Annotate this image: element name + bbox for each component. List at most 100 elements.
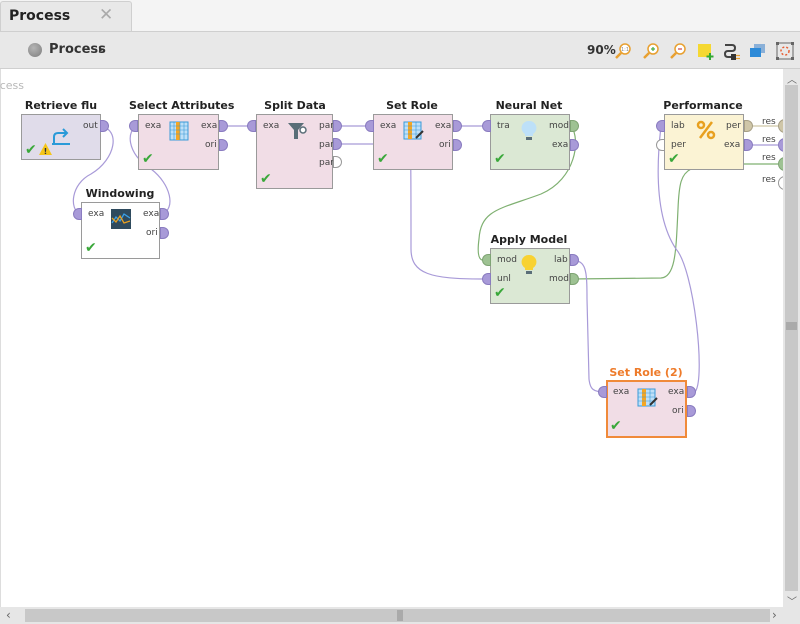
- port-label: exa: [613, 387, 630, 397]
- port-label: ori: [672, 406, 684, 416]
- status-ok-icon: ✔: [260, 171, 272, 187]
- input-port-exa[interactable]: [598, 386, 607, 398]
- input-port-exa[interactable]: [247, 120, 256, 132]
- input-port-mod[interactable]: [482, 254, 491, 266]
- result-port-label: res: [762, 153, 776, 163]
- port-label: ori: [439, 140, 451, 150]
- port-label: exa: [145, 121, 162, 131]
- operator-performance[interactable]: lab per per exa ✔: [664, 114, 744, 170]
- operator-set-role[interactable]: exa exa ori ✔: [373, 114, 453, 170]
- horizontal-scroll-track[interactable]: [25, 609, 500, 622]
- auto-fit-icon[interactable]: [775, 41, 795, 61]
- table-icon: [169, 121, 189, 141]
- layers-icon[interactable]: [747, 41, 767, 61]
- auto-wire-icon[interactable]: [721, 41, 741, 61]
- tab-label: Process: [9, 8, 71, 24]
- operator-windowing[interactable]: exa exa ori ✔: [81, 202, 160, 259]
- status-ok-icon: ✔: [668, 151, 680, 167]
- port-label: exa: [552, 140, 569, 150]
- wire-apply-performance-res: [571, 168, 692, 280]
- port-label: exa: [201, 121, 218, 131]
- operator-retrieve-flu[interactable]: out ✔ !: [21, 114, 101, 160]
- vertical-scroll-thumb[interactable]: [786, 322, 797, 330]
- port-label: out: [83, 121, 98, 131]
- add-note-icon[interactable]: [695, 41, 715, 61]
- breadcrumb-arrow-icon[interactable]: ▸: [99, 45, 104, 55]
- operator-apply-model[interactable]: mod unl lab mod ✔: [490, 248, 570, 304]
- operator-select-attributes[interactable]: exa exa ori ✔: [138, 114, 219, 170]
- lightbulb-icon: [521, 120, 537, 140]
- process-canvas[interactable]: ocess Retrieve flu out ✔ ! Select Attrib…: [0, 69, 788, 607]
- status-ok-icon: ✔: [25, 142, 37, 158]
- operator-split-data[interactable]: exa par par par ✔: [256, 114, 334, 189]
- tab-bar: Process ✕: [0, 0, 800, 31]
- process-icon: [28, 43, 42, 57]
- percent-icon: [696, 120, 716, 140]
- port-label: ori: [146, 228, 158, 238]
- horizontal-scroll-thumb[interactable]: [397, 610, 403, 621]
- input-port-exa[interactable]: [73, 208, 82, 220]
- port-label: exa: [263, 121, 280, 131]
- operator-title: Set Role: [386, 99, 438, 112]
- operator-title: Neural Net: [495, 99, 563, 112]
- operator-title: Performance: [663, 99, 743, 112]
- set-role-icon: [403, 121, 424, 140]
- svg-text:!: !: [44, 147, 48, 155]
- operator-title: Retrieve flu: [24, 99, 98, 112]
- scroll-down-icon[interactable]: ﹀: [787, 593, 797, 608]
- horizontal-scrollbar[interactable]: ‹ ›: [0, 607, 800, 624]
- operator-title: Split Data: [264, 99, 326, 112]
- warning-icon[interactable]: !: [39, 143, 52, 155]
- set-role-icon: [637, 388, 658, 407]
- result-port-label: res: [762, 117, 776, 127]
- port-label: exa: [88, 209, 105, 219]
- status-ok-icon: ✔: [85, 240, 97, 256]
- result-port-label: res: [762, 175, 776, 185]
- windowing-icon: [111, 209, 131, 229]
- vertical-scroll-track[interactable]: [785, 85, 798, 591]
- operator-title: Select Attributes: [129, 99, 235, 112]
- port-label: par: [319, 140, 334, 150]
- zoom-in-icon[interactable]: [641, 41, 661, 61]
- retrieve-icon: [52, 128, 70, 145]
- scroll-right-icon[interactable]: ›: [772, 608, 777, 622]
- scroll-left-icon[interactable]: ‹: [6, 608, 11, 622]
- port-label: per: [726, 121, 741, 131]
- vertical-scrollbar[interactable]: ︿ ﹀: [783, 69, 800, 608]
- input-port-exa[interactable]: [365, 120, 374, 132]
- status-ok-icon: ✔: [494, 285, 506, 301]
- svg-text:1:1: 1:1: [621, 47, 629, 53]
- port-label: ori: [205, 140, 217, 150]
- breadcrumb-process[interactable]: Process: [49, 42, 106, 57]
- port-label: tra: [497, 121, 510, 131]
- port-label: par: [319, 158, 334, 168]
- input-port-lab[interactable]: [656, 120, 665, 132]
- tab-process[interactable]: Process ✕: [0, 1, 132, 31]
- port-label: unl: [497, 274, 511, 284]
- port-label: mod: [549, 121, 569, 131]
- zoom-reset-icon[interactable]: 1:1: [613, 41, 633, 61]
- status-ok-icon: ✔: [142, 151, 154, 167]
- horizontal-scroll-track[interactable]: [500, 609, 770, 622]
- input-port-unl[interactable]: [482, 273, 491, 285]
- status-ok-icon: ✔: [494, 151, 506, 167]
- port-label: exa: [380, 121, 397, 131]
- port-label: exa: [435, 121, 452, 131]
- result-port-label: res: [762, 135, 776, 145]
- operator-set-role-2[interactable]: exa exa ori ✔: [606, 380, 687, 438]
- zoom-level: 90%: [587, 43, 616, 57]
- lightbulb-icon: [521, 254, 537, 274]
- close-icon[interactable]: ✕: [99, 5, 113, 25]
- port-label: lab: [554, 255, 568, 265]
- operator-neural-net[interactable]: tra mod exa ✔: [490, 114, 570, 170]
- port-label: par: [319, 121, 334, 131]
- status-ok-icon: ✔: [377, 151, 389, 167]
- input-port-per[interactable]: [656, 139, 665, 151]
- port-label: mod: [549, 274, 569, 284]
- zoom-out-icon[interactable]: [668, 41, 688, 61]
- input-port-exa[interactable]: [129, 120, 138, 132]
- port-label: exa: [143, 209, 160, 219]
- scroll-up-icon[interactable]: ︿: [787, 71, 797, 86]
- input-port-tra[interactable]: [482, 120, 491, 132]
- operator-title: Set Role (2): [609, 366, 683, 379]
